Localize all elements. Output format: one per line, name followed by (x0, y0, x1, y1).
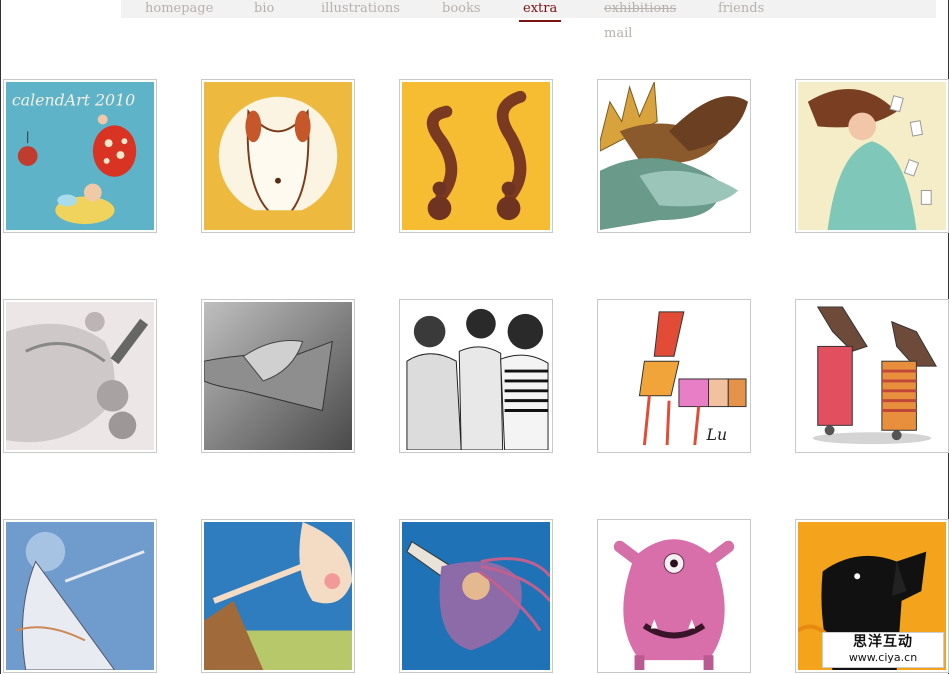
site-watermark: 思洋互动 www.ciya.cn (822, 632, 944, 668)
gallery-tile-pencil-girl[interactable] (3, 299, 157, 453)
gallery-tile-wolves[interactable] (795, 299, 949, 453)
calendart-title: calendArt 2010 (12, 91, 135, 110)
watermark-url: www.ciya.cn (848, 651, 918, 664)
trumpet-face-illustration (204, 522, 352, 670)
ring-photo (204, 302, 352, 450)
pencil-girl-illustration (6, 302, 154, 450)
gallery-tile-studio-logo[interactable] (201, 79, 355, 233)
calendart-illustration: calendArt 2010 (6, 82, 154, 230)
gallery-tile-cards-girl[interactable] (795, 79, 949, 233)
gallery-grid: calendArt 2010 Lu (1, 0, 949, 674)
horn-girl-illustration (402, 522, 550, 670)
signature-text: Lu (706, 425, 728, 444)
gallery-tile-squirrels[interactable] (399, 79, 553, 233)
wolves-illustration (798, 302, 946, 450)
gallery-tile-ring[interactable] (201, 299, 355, 453)
gallery-tile-blue-figure[interactable] (3, 519, 157, 673)
three-figures-drawing (402, 302, 550, 450)
squirrels-illustration (402, 82, 550, 230)
watermark-chinese-text: 思洋互动 (853, 634, 913, 650)
pink-monster-illustration (600, 522, 748, 670)
striped-cat-drawing: Lu (600, 302, 748, 450)
gallery-tile-horn-girl[interactable] (399, 519, 553, 673)
gallery-tile-calendart[interactable]: calendArt 2010 (3, 79, 157, 233)
queen-illustration (600, 82, 748, 230)
gallery-tile-pink-monster[interactable] (597, 519, 751, 673)
gallery-tile-queen[interactable] (597, 79, 751, 233)
cards-girl-illustration (798, 82, 946, 230)
studio-logo-illustration (204, 82, 352, 230)
gallery-tile-trumpet-face[interactable] (201, 519, 355, 673)
gallery-tile-striped-cat[interactable]: Lu (597, 299, 751, 453)
blue-figure-illustration (6, 522, 154, 670)
gallery-tile-three-figures[interactable] (399, 299, 553, 453)
